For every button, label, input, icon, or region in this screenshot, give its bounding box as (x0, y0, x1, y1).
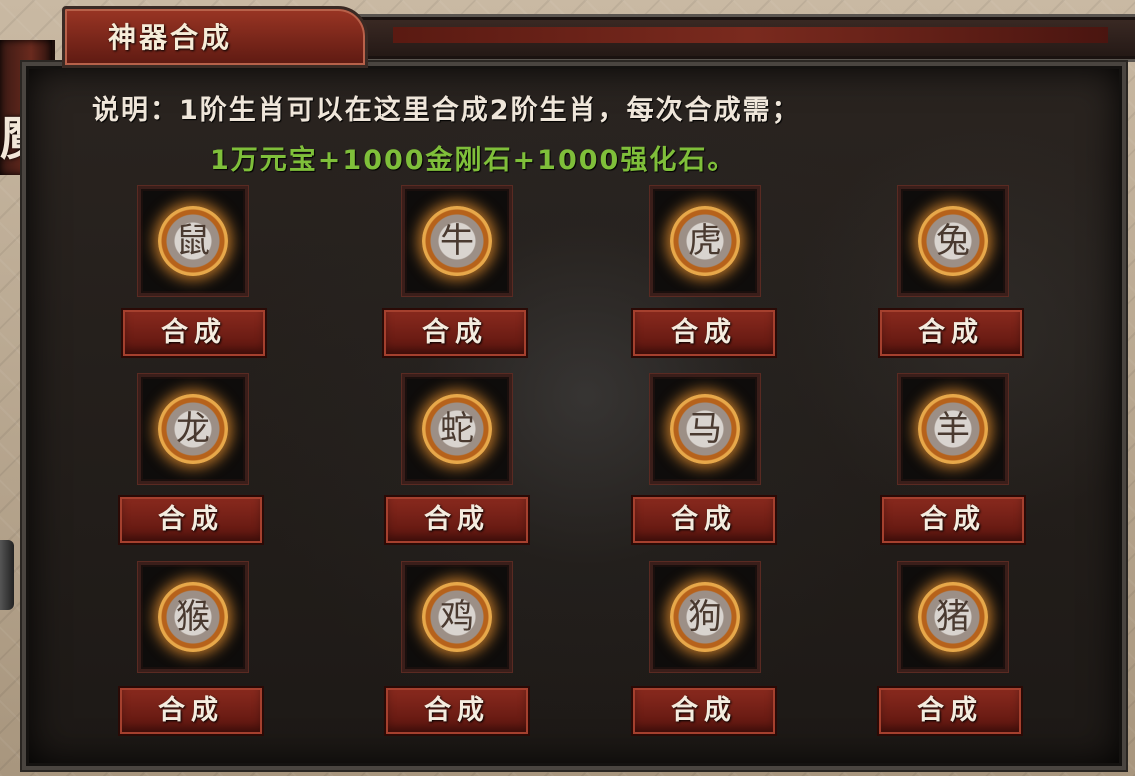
item-slot[interactable]: 蛇 (402, 374, 512, 484)
emblem-glyph: 牛 (440, 221, 474, 261)
item-slot[interactable]: 虎 (650, 186, 760, 296)
item-slot[interactable]: 猪 (898, 562, 1008, 672)
emblem-glyph: 狗 (688, 597, 722, 637)
goat-emblem-icon: 羊 (918, 394, 988, 464)
item-slot[interactable]: 牛 (402, 186, 512, 296)
synthesize-button[interactable]: 合成 (382, 308, 528, 358)
emblem-glyph: 猴 (176, 597, 210, 637)
emblem-glyph: 羊 (936, 409, 970, 449)
synthesize-button[interactable]: 合成 (631, 686, 777, 736)
synthesize-button[interactable]: 合成 (877, 686, 1023, 736)
item-slot[interactable]: 猴 (138, 562, 248, 672)
item-slot[interactable]: 龙 (138, 374, 248, 484)
item-slot[interactable]: 羊 (898, 374, 1008, 484)
item-slot[interactable]: 鸡 (402, 562, 512, 672)
item-slot[interactable]: 兔 (898, 186, 1008, 296)
dragon-emblem-icon: 龙 (158, 394, 228, 464)
pig-emblem-icon: 猪 (918, 582, 988, 652)
monkey-emblem-icon: 猴 (158, 582, 228, 652)
tiger-emblem-icon: 虎 (670, 206, 740, 276)
emblem-glyph: 虎 (688, 221, 722, 261)
ox-emblem-icon: 牛 (422, 206, 492, 276)
emblem-glyph: 龙 (176, 409, 210, 449)
emblem-glyph: 兔 (936, 221, 970, 261)
emblem-glyph: 鼠 (176, 221, 210, 261)
page-title: 神器合成 (108, 21, 233, 54)
description-text: 说明：1阶生肖可以在这里合成2阶生肖，每次合成需； (92, 95, 801, 126)
emblem-glyph: 鸡 (440, 597, 474, 637)
top-frame-inner (393, 27, 1108, 43)
emblem-glyph: 猪 (936, 597, 970, 637)
emblem-glyph: 蛇 (440, 409, 474, 449)
item-slot[interactable]: 马 (650, 374, 760, 484)
cost-text: 1万元宝+1000金刚石+1000强化石。 (210, 145, 737, 176)
item-slot[interactable]: 狗 (650, 562, 760, 672)
synthesize-button[interactable]: 合成 (631, 308, 777, 358)
rabbit-emblem-icon: 兔 (918, 206, 988, 276)
item-slot[interactable]: 鼠 (138, 186, 248, 296)
synthesize-button[interactable]: 合成 (878, 308, 1024, 358)
dog-emblem-icon: 狗 (670, 582, 740, 652)
synthesize-button[interactable]: 合成 (118, 686, 264, 736)
rooster-emblem-icon: 鸡 (422, 582, 492, 652)
synthesize-button[interactable]: 合成 (880, 495, 1026, 545)
horse-emblem-icon: 马 (670, 394, 740, 464)
snake-emblem-icon: 蛇 (422, 394, 492, 464)
side-scroll-handle[interactable] (0, 540, 14, 610)
synthesize-button[interactable]: 合成 (384, 495, 530, 545)
synthesize-button[interactable]: 合成 (384, 686, 530, 736)
top-frame-rail (330, 14, 1135, 62)
synthesize-button[interactable]: 合成 (631, 495, 777, 545)
synthesize-button[interactable]: 合成 (118, 495, 264, 545)
emblem-glyph: 马 (688, 409, 722, 449)
rat-emblem-icon: 鼠 (158, 206, 228, 276)
synthesize-button[interactable]: 合成 (121, 308, 267, 358)
